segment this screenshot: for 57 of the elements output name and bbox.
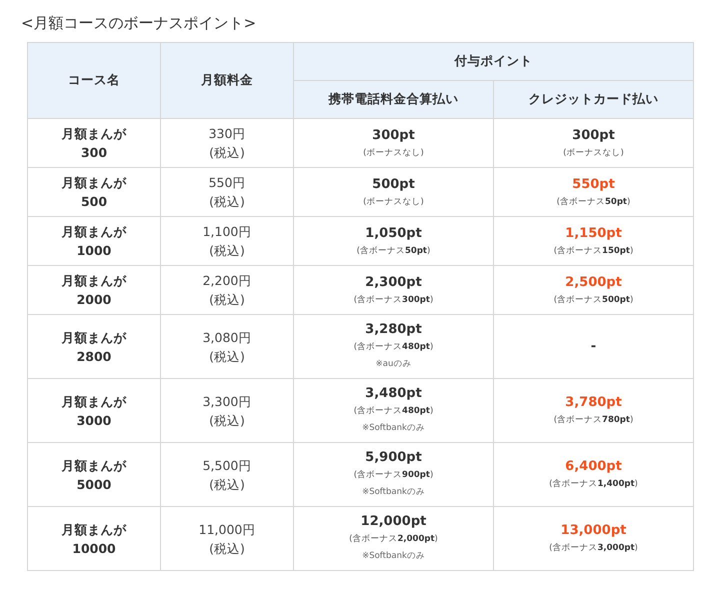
bonus-note: (含ボーナス480pt) [352, 405, 434, 418]
column-header: クレジットカード払い [494, 80, 694, 118]
course-name: 月額まんが 2000 [60, 272, 128, 309]
point-amount: 300pt [571, 126, 616, 144]
course-name: 月額まんが 5000 [60, 456, 128, 494]
point-amount: 3,480pt [364, 385, 423, 403]
point-amount: 3,280pt [364, 321, 423, 339]
course-name: 月額まんが 300 [60, 125, 128, 162]
monthly-price: 3,300円 (税込) [202, 392, 252, 430]
column-header: コース名 [28, 42, 160, 118]
course-name: 月額まんが 500 [60, 174, 128, 211]
bonus-note: (含ボーナス50pt) [356, 244, 432, 258]
point-amount: 12,000pt [360, 513, 428, 531]
point-amount: 3,780pt [564, 394, 623, 412]
bonus-note: (ボーナスなし) [362, 146, 425, 160]
bonus-note: (含ボーナス900pt) [352, 469, 434, 482]
course-name: 月額まんが 1000 [60, 223, 128, 260]
point-amount: 5,900pt [364, 449, 423, 467]
column-header: 携帯電話料金合算払い [294, 80, 494, 118]
monthly-price: 11,000円 (税込) [198, 520, 256, 558]
point-amount: 1,150pt [564, 224, 623, 242]
column-header: 付与ポイント [294, 42, 694, 80]
carrier-note: ※auのみ [374, 358, 412, 371]
course-name: 月額まんが 10000 [60, 520, 128, 558]
bonus-note: (ボーナスなし) [562, 146, 625, 160]
bonus-note: (含ボーナス500pt) [552, 294, 634, 306]
point-amount: 13,000pt [560, 522, 628, 540]
bonus-note: (含ボーナス3,000pt) [548, 542, 639, 555]
point-amount: 300pt [371, 126, 416, 144]
point-amount: 500pt [371, 176, 416, 194]
course-name: 月額まんが 2800 [60, 328, 128, 366]
bonus-note: (含ボーナス1,400pt) [548, 478, 639, 491]
bonus-note: (含ボーナス480pt) [352, 341, 434, 354]
monthly-price: 5,500円 (税込) [202, 456, 252, 494]
point-amount: - [590, 338, 598, 356]
bonus-note: (含ボーナス2,000pt) [348, 533, 439, 546]
carrier-note: ※Softbankのみ [361, 422, 426, 435]
bonus-note: (含ボーナス50pt) [556, 196, 632, 208]
monthly-price: 330円 (税込) [208, 125, 246, 162]
point-amount: 2,500pt [564, 274, 623, 292]
point-amount: 1,050pt [364, 224, 423, 242]
monthly-price: 2,200円 (税込) [202, 272, 252, 309]
course-name: 月額まんが 3000 [60, 392, 128, 430]
point-amount: 550pt [571, 176, 616, 194]
carrier-note: ※Softbankのみ [361, 550, 426, 563]
point-amount: 6,400pt [564, 458, 623, 476]
bonus-note: (ボーナスなし) [362, 196, 425, 208]
carrier-note: ※Softbankのみ [361, 486, 426, 499]
column-header: 月額料金 [160, 42, 294, 118]
monthly-price: 1,100円 (税込) [202, 223, 252, 260]
point-amount: 2,300pt [364, 274, 423, 292]
section-title: <月額コースのボーナスポイント> [21, 13, 258, 34]
bonus-note: (含ボーナス150pt) [552, 244, 634, 258]
monthly-price: 3,080円 (税込) [202, 328, 252, 366]
bonus-note: (含ボーナス780pt) [552, 414, 634, 427]
bonus-note: (含ボーナス300pt) [352, 294, 434, 306]
monthly-price: 550円 (税込) [208, 174, 246, 211]
